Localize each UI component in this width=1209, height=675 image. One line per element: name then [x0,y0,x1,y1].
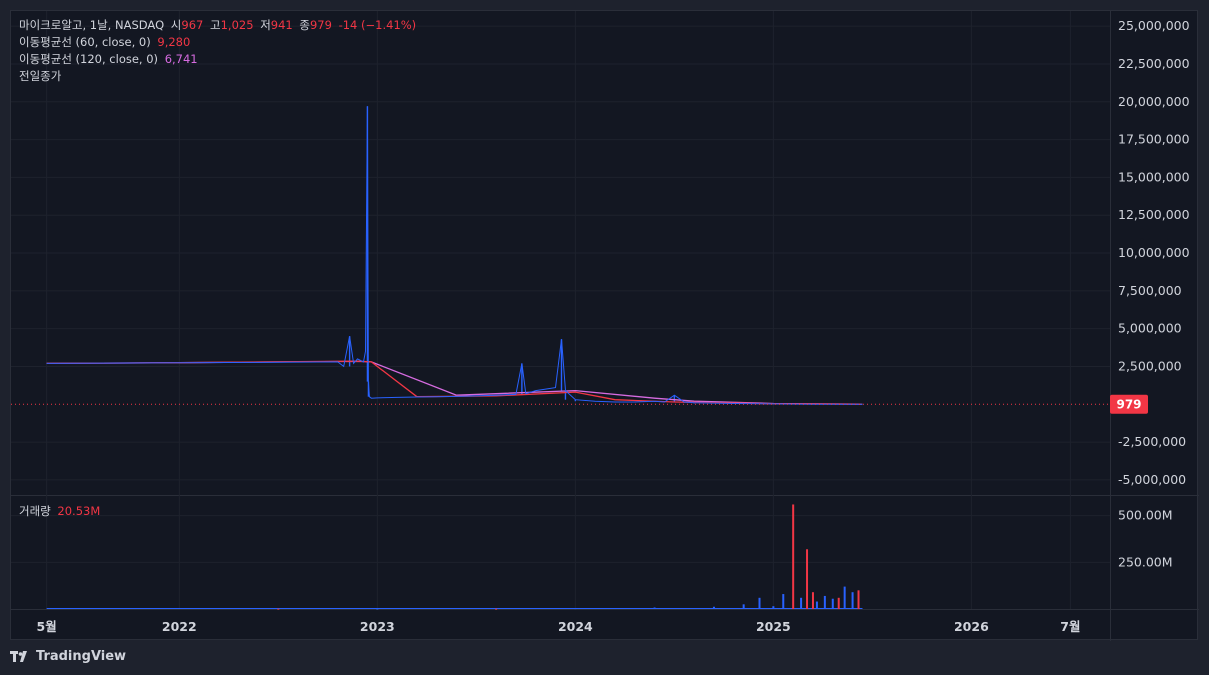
volume-bar [495,608,498,610]
volume-label: 거래량 [19,504,51,518]
legend-open: 967 [181,18,204,32]
main-legend: 마이크로알고, 1날, NASDAQ 시967 고1,025 저941 종979… [19,17,419,34]
volume-bar [376,608,379,610]
time-tick-label: 2025 [756,619,791,634]
last-price-badge-label: 979 [1116,398,1141,412]
time-axis[interactable]: 5월 2022 2023 2024 2025 2026 7월 [37,619,1081,634]
legend-high-label: 고 [210,18,221,32]
volume-value: 20.53M [57,504,101,518]
prev-close-legend[interactable]: 전일종가 [19,68,64,85]
legend-change: -14 (−1.41%) [338,18,417,32]
chart-canvas[interactable]: 25,000,000 22,500,000 20,000,000 17,500,000… [11,11,1199,641]
volume-bar [806,549,809,609]
volume-bars [46,504,863,610]
legend-close-label: 종 [299,18,310,32]
volume-bar [851,592,854,609]
volume-bar [758,597,761,609]
prev-close-label: 전일종가 [19,69,62,83]
ma120-line [46,360,863,405]
branding-name: TradingView [36,649,127,664]
legend-close: 979 [309,18,332,32]
price-tick-label: 2,500,000 [1118,358,1182,373]
price-tick-label: 15,000,000 [1118,169,1190,184]
legend-open-label: 시 [170,18,182,32]
price-line [46,106,863,405]
price-tick-label: 25,000,000 [1118,18,1190,33]
volume-bar [857,590,860,609]
volume-bar [811,592,814,609]
price-tick-label: 10,000,000 [1118,245,1190,260]
volume-bar [653,607,656,609]
volume-bar [823,595,826,609]
volume-bar [574,608,577,610]
price-tick-label: 7,500,000 [1118,283,1182,298]
price-axis[interactable]: 25,000,000 22,500,000 20,000,000 17,500,000… [1118,18,1190,487]
tradingview-logo-icon [10,650,27,662]
tradingview-branding[interactable]: TradingView [10,649,126,664]
price-tick-label: 5,000,000 [1118,321,1182,336]
grid-lines [11,11,1199,641]
volume-tick-label: 500.00M [1118,508,1173,523]
price-tick-label: 12,500,000 [1118,207,1190,222]
price-tick-label: 17,500,000 [1118,132,1190,147]
volume-bar [782,594,785,609]
price-tick-label: 20,000,000 [1118,94,1190,109]
volume-bar [837,597,840,609]
ma60-value: 9,280 [157,35,191,49]
time-tick-label: 2022 [162,619,197,634]
legend-symbol[interactable]: 마이크로알고, 1날, NASDAQ [19,18,164,32]
legend-low: 941 [270,18,293,32]
price-bars [348,106,834,405]
ma120-value: 6,741 [164,52,198,66]
volume-bar [815,601,818,609]
volume-bar [843,586,846,609]
time-tick-label: 2026 [954,619,989,634]
price-tick-label: -2,500,000 [1118,434,1186,449]
volume-bar [792,504,795,609]
chart-frame[interactable]: 25,000,000 22,500,000 20,000,000 17,500,000… [10,10,1199,641]
time-tick-label: 7월 [1060,619,1080,634]
volume-legend[interactable]: 거래량 20.53M [19,503,103,520]
time-tick-label: 5월 [37,619,57,634]
ma120-legend[interactable]: 이동평균선 (120, close, 0) 6,741 [19,51,201,68]
volume-bar [800,597,803,609]
volume-tick-label: 250.00M [1118,554,1173,569]
volume-bar [712,606,715,609]
ma60-legend[interactable]: 이동평균선 (60, close, 0) 9,280 [19,34,193,51]
time-tick-label: 2024 [558,619,593,634]
ma60-line [46,360,863,405]
volume-bar [742,604,745,609]
legend-high: 1,025 [220,18,254,32]
time-tick-label: 2023 [360,619,395,634]
volume-bar [277,608,280,610]
ma60-label: 이동평균선 (60, close, 0) [19,35,151,49]
volume-bar [772,606,775,609]
price-tick-label: 22,500,000 [1118,56,1190,71]
volume-bar [831,598,834,609]
legend-low-label: 저 [260,18,271,32]
volume-axis[interactable]: 500.00M 250.00M [1118,508,1173,570]
price-tick-label: -5,000,000 [1118,472,1186,487]
ma120-label: 이동평균선 (120, close, 0) [19,52,159,66]
